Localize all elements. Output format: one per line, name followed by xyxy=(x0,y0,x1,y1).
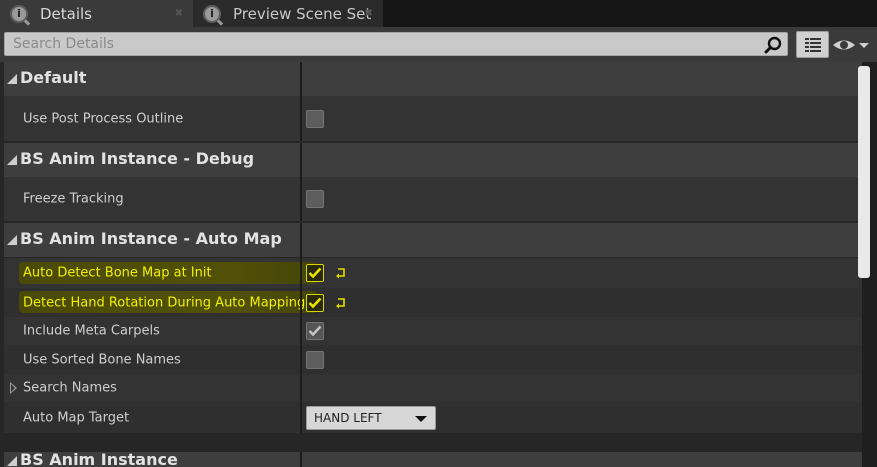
category-title: BS Anim Instance - Auto Map xyxy=(20,229,282,248)
property-row: Detect Hand Rotation During Auto Mapping xyxy=(4,288,862,317)
category-title: Default xyxy=(20,68,87,87)
tab-details[interactable]: i Details ✖ xyxy=(0,0,193,27)
property-row: Auto Detect Bone Map at Init xyxy=(4,258,862,288)
auto-map-target-dropdown[interactable]: HAND LEFT xyxy=(306,405,436,430)
visibility-dropdown-button[interactable] xyxy=(832,33,872,57)
auto-detect-bone-map-checkbox[interactable] xyxy=(306,264,324,282)
property-label: Auto Map Target xyxy=(23,410,130,425)
category-bs-anim-instance[interactable]: BS Anim Instance xyxy=(4,452,862,467)
column-divider[interactable] xyxy=(300,317,302,345)
check-icon xyxy=(308,325,322,337)
tab-bar: i Details ✖ i Preview Scene Set ✖ xyxy=(0,0,877,27)
category-debug[interactable]: BS Anim Instance - Debug xyxy=(4,143,862,177)
collapse-arrow-icon xyxy=(7,74,17,84)
info-search-icon: i xyxy=(203,4,221,23)
property-row: Include Meta Carpels xyxy=(4,317,862,345)
property-row: Freeze Tracking xyxy=(4,177,862,221)
column-divider[interactable] xyxy=(300,177,302,221)
column-divider[interactable] xyxy=(300,288,302,317)
scrollbar-thumb[interactable] xyxy=(858,66,870,278)
details-panel: Default Use Post Process Outline BS Anim… xyxy=(0,62,877,467)
tab-close-icon[interactable]: ✖ xyxy=(365,8,373,19)
property-label: Auto Detect Bone Map at Init xyxy=(23,265,212,281)
search-input[interactable] xyxy=(4,32,788,56)
use-sorted-bone-names-checkbox[interactable] xyxy=(306,350,324,369)
property-label: Freeze Tracking xyxy=(23,191,124,207)
column-divider[interactable] xyxy=(300,402,302,433)
check-icon xyxy=(308,267,322,279)
search-row xyxy=(0,27,877,62)
freeze-tracking-checkbox[interactable] xyxy=(306,190,324,208)
collapse-arrow-icon xyxy=(7,235,17,245)
category-title: BS Anim Instance - Debug xyxy=(20,149,255,168)
property-label: Detect Hand Rotation During Auto Mapping xyxy=(23,295,306,310)
property-row: Use Post Process Outline xyxy=(4,96,862,141)
collapse-arrow-icon xyxy=(7,155,17,165)
eye-icon xyxy=(833,40,869,50)
tab-close-icon[interactable]: ✖ xyxy=(175,8,183,19)
dropdown-value: HAND LEFT xyxy=(314,410,382,425)
column-divider[interactable] xyxy=(300,345,302,374)
reset-to-default-icon[interactable] xyxy=(335,297,347,309)
tab-label: Details xyxy=(40,4,93,23)
property-label: Include Meta Carpels xyxy=(23,323,160,339)
property-label: Use Sorted Bone Names xyxy=(23,352,181,367)
tab-label: Preview Scene Set xyxy=(233,4,372,23)
detect-hand-rotation-checkbox[interactable] xyxy=(306,293,324,312)
view-options-button[interactable] xyxy=(796,31,829,58)
column-divider xyxy=(300,143,302,177)
search-icon[interactable] xyxy=(764,36,782,54)
property-label: Search Names xyxy=(23,380,117,396)
check-icon xyxy=(308,297,322,308)
category-default[interactable]: Default xyxy=(4,62,862,96)
column-divider[interactable] xyxy=(300,258,302,288)
column-divider xyxy=(300,452,302,467)
property-label: Use Post Process Outline xyxy=(23,111,184,126)
collapse-arrow-icon xyxy=(7,456,17,466)
property-row: Auto Map Target HAND LEFT xyxy=(4,402,862,433)
property-row[interactable]: Search Names xyxy=(4,374,862,402)
tab-preview-scene-set[interactable]: i Preview Scene Set ✖ xyxy=(193,0,383,27)
column-divider[interactable] xyxy=(300,374,302,402)
column-divider[interactable] xyxy=(300,96,302,141)
use-post-process-outline-checkbox[interactable] xyxy=(306,109,324,128)
reset-to-default-icon[interactable] xyxy=(335,267,347,279)
property-row: Use Sorted Bone Names xyxy=(4,345,862,374)
chevron-down-icon xyxy=(415,415,427,422)
expand-arrow-icon[interactable] xyxy=(10,382,17,394)
column-divider xyxy=(300,223,302,257)
column-divider xyxy=(300,62,302,96)
include-meta-carpels-checkbox[interactable] xyxy=(306,322,324,340)
info-search-icon: i xyxy=(10,4,28,23)
category-auto-map[interactable]: BS Anim Instance - Auto Map xyxy=(4,223,862,257)
grid-list-icon xyxy=(804,37,821,52)
category-title: BS Anim Instance xyxy=(20,452,178,467)
